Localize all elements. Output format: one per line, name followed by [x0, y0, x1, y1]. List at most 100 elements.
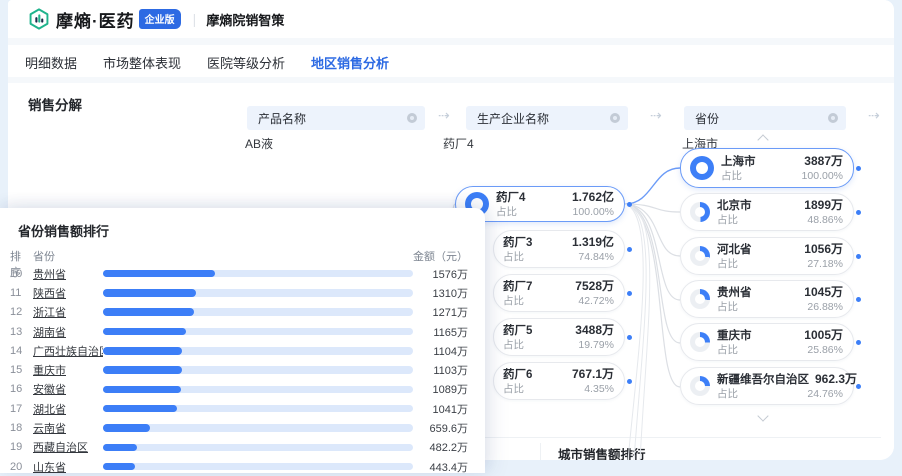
- tree-node-药厂3[interactable]: 药厂31.319亿占比74.84%: [493, 230, 625, 268]
- ranking-row: 19西藏自治区482.2万: [0, 438, 485, 457]
- tree-node-重庆市[interactable]: 重庆市1005万占比25.86%: [680, 323, 854, 361]
- target-circle-icon[interactable]: [407, 113, 417, 123]
- ratio-label: 占比: [503, 338, 524, 352]
- tree-node-河北省[interactable]: 河北省1056万占比27.18%: [680, 237, 854, 275]
- tab-医院等级分析[interactable]: 医院等级分析: [207, 53, 285, 79]
- connector-dot-icon: [627, 379, 632, 384]
- ratio-label: 占比: [717, 213, 738, 227]
- ratio-label: 占比: [496, 205, 517, 219]
- filter-label: 省份: [695, 110, 719, 127]
- donut-chart-icon: [690, 156, 714, 180]
- filter-dropdown-产品名称[interactable]: 产品名称: [247, 106, 425, 130]
- filter-dropdown-生产企业名称[interactable]: 生产企业名称: [466, 106, 628, 130]
- province-link[interactable]: 贵州省: [33, 266, 103, 282]
- bar-fill: [103, 328, 186, 336]
- node-body: 药厂41.762亿占比100.00%: [496, 190, 614, 219]
- rank-number: 16: [10, 383, 30, 395]
- province-link[interactable]: 西藏自治区: [33, 439, 103, 455]
- page: 摩熵·医药 企业版 | 摩熵院销智策 明细数据市场整体表现医院等级分析地区销售分…: [0, 0, 902, 473]
- chevron-up-icon[interactable]: [757, 131, 769, 143]
- province-link[interactable]: 湖南省: [33, 324, 103, 340]
- rank-number: 15: [10, 364, 30, 376]
- bar-fill: [103, 270, 215, 278]
- ratio-percent: 19.79%: [578, 338, 614, 352]
- node-body: 药厂77528万占比42.72%: [503, 279, 614, 308]
- province-link[interactable]: 安徽省: [33, 381, 103, 397]
- province-link[interactable]: 重庆市: [33, 362, 103, 378]
- province-link[interactable]: 陕西省: [33, 285, 103, 301]
- bar-track: [103, 424, 413, 432]
- province-link[interactable]: 广西壮族自治区: [33, 343, 103, 359]
- province-link[interactable]: 山东省: [33, 459, 103, 475]
- ratio-percent: 74.84%: [578, 250, 614, 264]
- tree-node-贵州省[interactable]: 贵州省1045万占比26.88%: [680, 280, 854, 318]
- ranking-rows: 10贵州省1576万11陕西省1310万12浙江省1271万13湖南省1165万…: [0, 264, 485, 476]
- ratio-percent: 24.76%: [807, 387, 843, 401]
- node-name: 贵州省: [717, 286, 752, 300]
- header-divider: |: [193, 11, 197, 27]
- tree-node-上海市[interactable]: 上海市3887万占比100.00%: [680, 148, 854, 188]
- connector-dot-icon: [856, 210, 861, 215]
- edition-badge: 企业版: [139, 9, 181, 29]
- tab-明细数据[interactable]: 明细数据: [25, 53, 77, 79]
- node-row-main: 重庆市1005万: [717, 328, 843, 343]
- tree-node-新疆维吾尔自治区[interactable]: 新疆维吾尔自治区962.3万占比 24.76%: [680, 367, 854, 405]
- node-row-main: 药厂6767.1万: [503, 367, 614, 382]
- node-value: 7528万: [575, 279, 614, 293]
- bar-fill: [103, 424, 150, 432]
- province-link[interactable]: 浙江省: [33, 304, 103, 320]
- node-row-ratio: 占比27.18%: [717, 257, 843, 271]
- node-body: 新疆维吾尔自治区962.3万占比 24.76%: [717, 372, 843, 401]
- app-title: 摩熵院销智策: [206, 10, 284, 29]
- bar-track: [103, 444, 413, 452]
- node-row-main: 药厂77528万: [503, 279, 614, 294]
- donut-chart-icon: [690, 202, 710, 222]
- connector-dot-icon: [856, 166, 861, 171]
- ranking-row: 16安徽省1089万: [0, 380, 485, 399]
- bar-track: [103, 308, 413, 316]
- logo-text: 摩熵·医药: [56, 7, 135, 32]
- ratio-percent: 25.86%: [807, 343, 843, 357]
- bar-fill: [103, 444, 137, 452]
- ranking-row: 11陕西省1310万: [0, 283, 485, 302]
- ranking-row: 12浙江省1271万: [0, 303, 485, 322]
- node-row-main: 新疆维吾尔自治区962.3万: [717, 372, 843, 387]
- ratio-percent: 27.18%: [807, 257, 843, 271]
- province-link[interactable]: 湖北省: [33, 401, 103, 417]
- node-body: 河北省1056万占比27.18%: [717, 242, 843, 271]
- rank-number: 18: [10, 422, 30, 434]
- node-body: 药厂53488万占比19.79%: [503, 323, 614, 352]
- amount-value: 1103万: [413, 362, 485, 378]
- bar-track: [103, 328, 413, 336]
- tree-node-药厂7[interactable]: 药厂77528万占比42.72%: [493, 274, 625, 312]
- tree-node-北京市[interactable]: 北京市1899万占比48.86%: [680, 193, 854, 231]
- node-value: 767.1万: [572, 367, 614, 381]
- ratio-label: 占比: [503, 382, 524, 396]
- node-body: 北京市1899万占比48.86%: [717, 198, 843, 227]
- rank-number: 14: [10, 345, 30, 357]
- ratio-label: 占比: [717, 387, 738, 401]
- rank-number: 20: [10, 461, 30, 473]
- bar-track: [103, 270, 413, 278]
- node-row-ratio: 占比48.86%: [717, 213, 843, 227]
- node-value: 1.762亿: [572, 190, 614, 204]
- filter-dropdown-省份[interactable]: 省份: [684, 106, 846, 130]
- filter-label: 生产企业名称: [477, 110, 549, 127]
- amount-value: 1165万: [413, 324, 485, 340]
- bar-fill: [103, 289, 196, 297]
- ratio-label: 占比: [503, 294, 524, 308]
- arrow-right-icon: ⇢: [438, 107, 450, 124]
- node-row-main: 北京市1899万: [717, 198, 843, 213]
- filter-group-生产企业名称: 生产企业名称药厂4: [466, 106, 628, 130]
- province-link[interactable]: 云南省: [33, 420, 103, 436]
- node-row-ratio: 占比4.35%: [503, 382, 614, 396]
- donut-chart-icon: [690, 332, 710, 352]
- target-circle-icon[interactable]: [828, 113, 838, 123]
- tree-node-药厂5[interactable]: 药厂53488万占比19.79%: [493, 318, 625, 356]
- target-circle-icon[interactable]: [610, 113, 620, 123]
- tree-node-药厂6[interactable]: 药厂6767.1万占比4.35%: [493, 362, 625, 400]
- node-value: 1.319亿: [572, 235, 614, 249]
- tab-市场整体表现[interactable]: 市场整体表现: [103, 53, 181, 79]
- chevron-down-icon[interactable]: [757, 409, 769, 421]
- node-row-ratio: 占比100.00%: [721, 169, 843, 183]
